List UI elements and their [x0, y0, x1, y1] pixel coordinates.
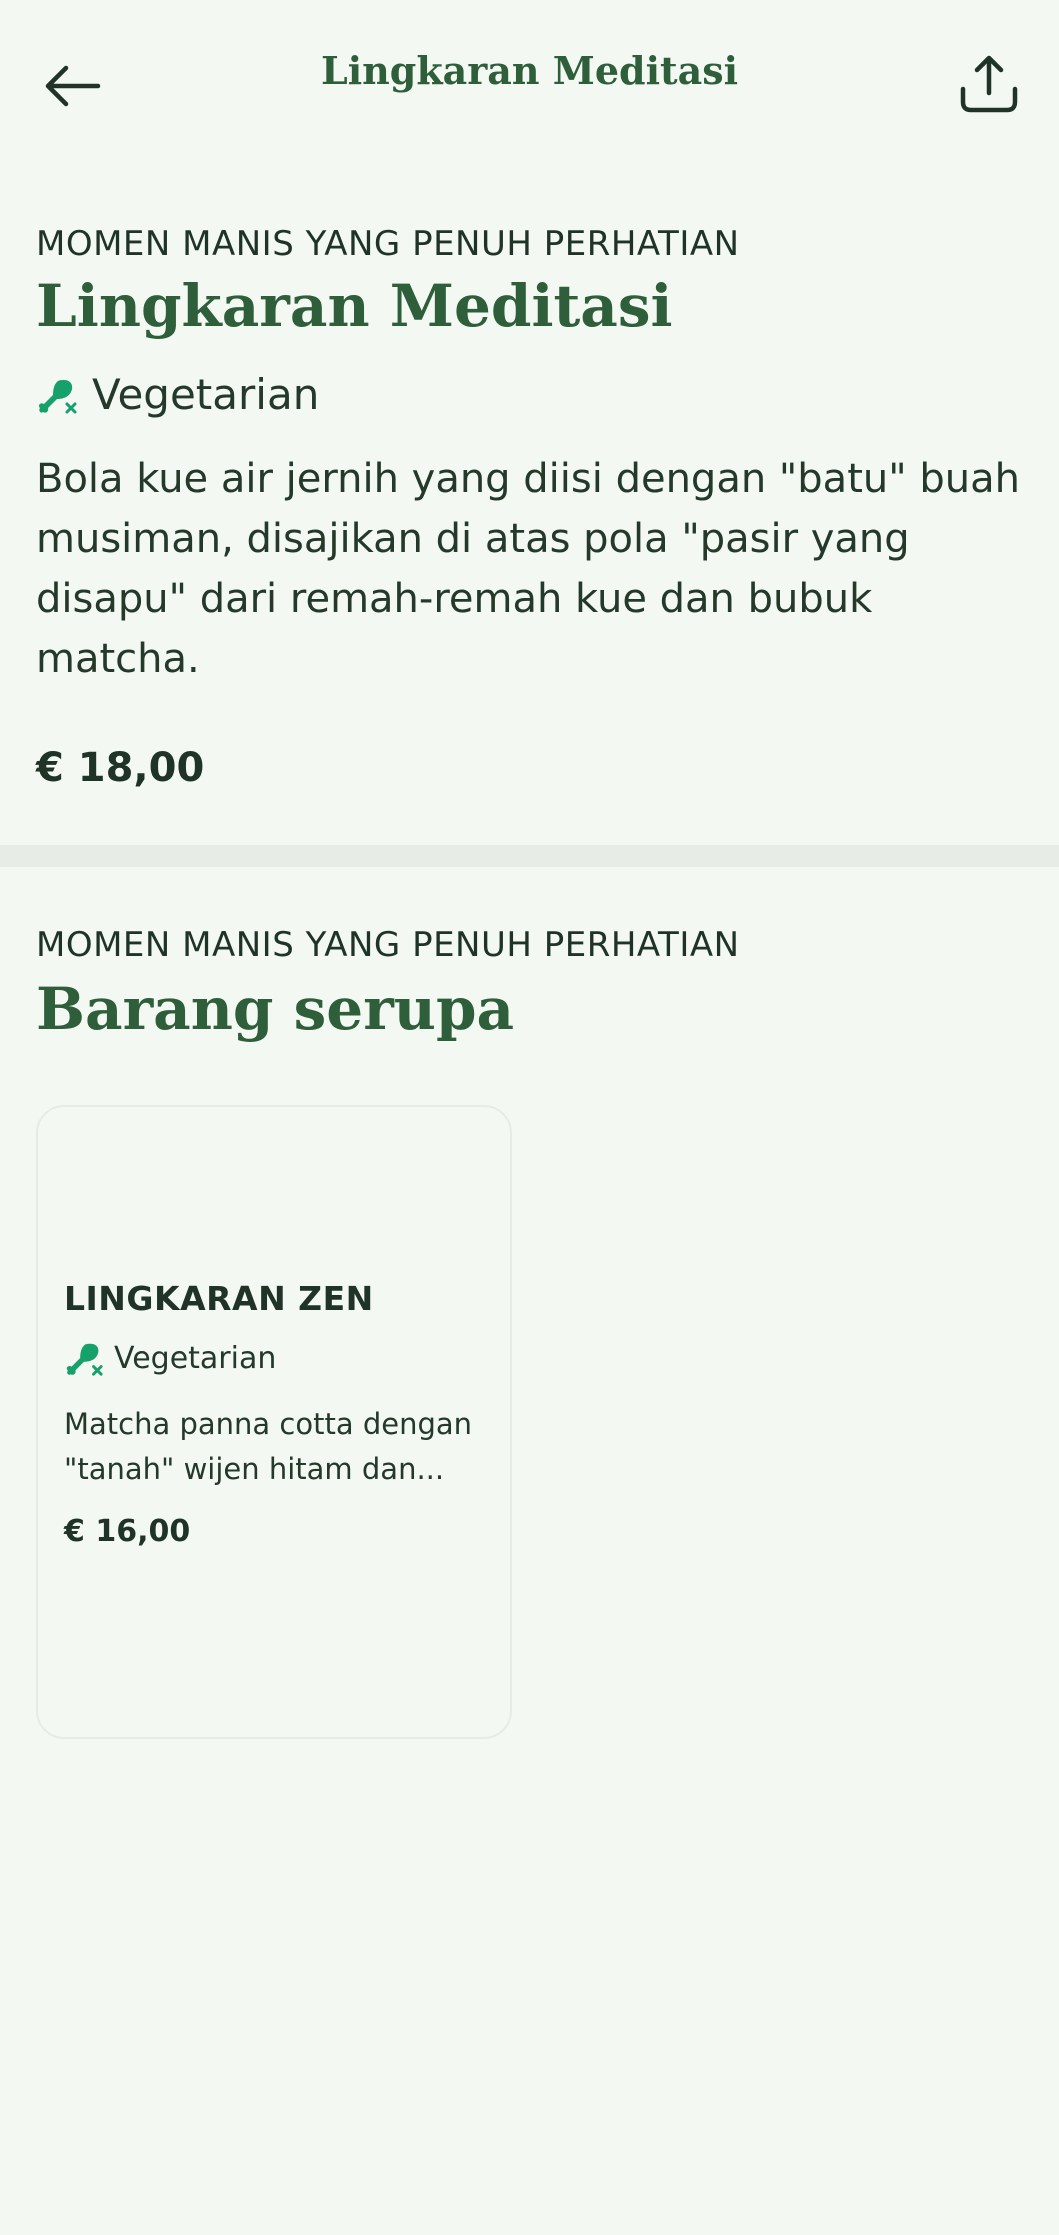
similar-item-card[interactable]: LINGKARAN ZEN Vegetarian Matcha panna co…: [36, 1105, 512, 1739]
item-price: € 18,00: [36, 745, 205, 791]
drumstick-crossed-icon: [38, 379, 77, 413]
item-detail: MOMEN MANIS YANG PENUH PERHATIAN Lingkar…: [0, 224, 1059, 791]
item-title: Lingkaran Meditasi: [36, 272, 673, 340]
header-title: Lingkaran Meditasi: [320, 48, 739, 93]
item-category: MOMEN MANIS YANG PENUH PERHATIAN: [36, 224, 740, 264]
item-description: Bola kue air jernih yang diisi dengan "b…: [36, 456, 1020, 682]
similar-items-section: MOMEN MANIS YANG PENUH PERHATIAN Barang …: [0, 925, 1059, 1739]
section-divider: [0, 845, 1059, 867]
card-item-name: LINGKARAN ZEN: [64, 1279, 374, 1318]
similar-title: Barang serupa: [36, 975, 515, 1043]
card-diet-tag: Vegetarian: [64, 1338, 484, 1378]
drumstick-crossed-icon: [66, 1343, 103, 1376]
card-item-description: Matcha panna cotta dengan "tanah" wijen …: [64, 1407, 473, 1486]
top-bar: Lingkaran Meditasi: [0, 0, 1059, 160]
similar-category: MOMEN MANIS YANG PENUH PERHATIAN: [36, 925, 740, 965]
card-item-price: € 16,00: [64, 1514, 191, 1549]
diet-label: Vegetarian: [92, 370, 320, 419]
diet-tag: Vegetarian: [36, 370, 1023, 419]
share-icon: [960, 55, 1018, 113]
share-button[interactable]: [953, 48, 1025, 120]
card-diet-label: Vegetarian: [114, 1340, 277, 1376]
